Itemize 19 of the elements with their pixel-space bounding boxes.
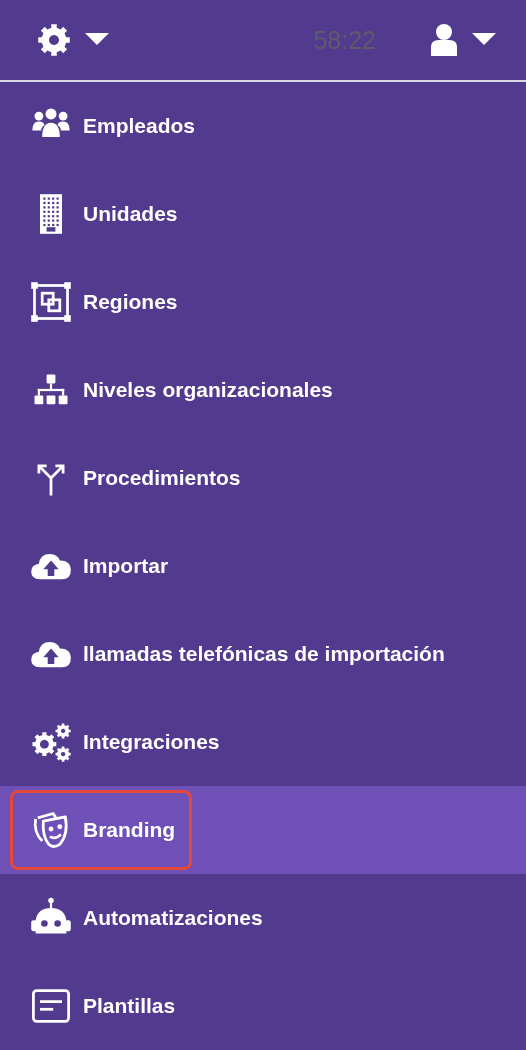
- menu-item[interactable]: llamadas telefónicas de importación: [10, 614, 462, 694]
- menu-item[interactable]: Regiones: [10, 262, 195, 342]
- menu-item[interactable]: Unidades: [10, 174, 195, 254]
- menu-item[interactable]: Procedimientos: [10, 438, 258, 518]
- settings-icon: [37, 23, 71, 57]
- menu-item[interactable]: Plantillas: [10, 966, 193, 1046]
- menu-item[interactable]: Integraciones: [10, 702, 237, 782]
- gears-icon: [29, 720, 73, 764]
- caret-icon: [472, 33, 496, 47]
- region-icon: [29, 280, 73, 324]
- menu-item[interactable]: Importar: [10, 526, 186, 606]
- caret-icon: [85, 33, 109, 47]
- settings-button[interactable]: [37, 23, 109, 57]
- menu-item[interactable]: Branding: [10, 790, 193, 870]
- menu-item[interactable]: Empleados: [10, 86, 213, 166]
- user-menu-button[interactable]: [430, 24, 496, 56]
- user-icon: [430, 24, 458, 56]
- menu-item[interactable]: Automatizaciones: [10, 878, 280, 958]
- menu-item[interactable]: Niveles organizacionales: [10, 350, 350, 430]
